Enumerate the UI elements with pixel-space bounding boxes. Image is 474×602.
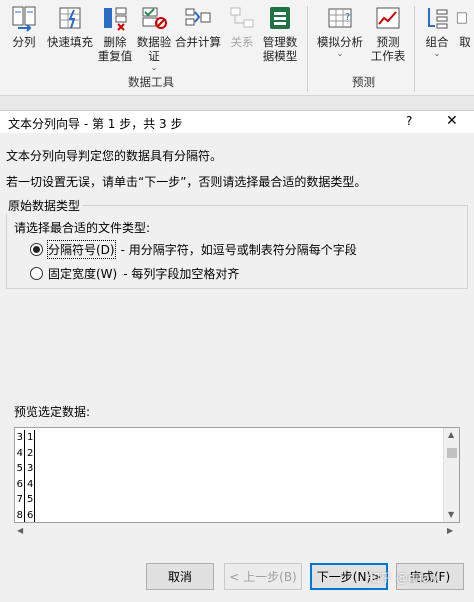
preview-horizontal-scrollbar[interactable]: ◀ ▶ [14,523,460,539]
flash-fill-icon [59,7,81,29]
scroll-down-icon[interactable]: ▼ [448,510,454,519]
fixed-width-option[interactable]: 固定宽度(W) - 每列字段加空格对齐 [30,265,239,282]
fixed-width-radio[interactable] [30,267,43,280]
delimited-description: - 用分隔字符，如逗号或制表符分隔每个字段 [120,243,357,257]
row-number: 5 [15,461,25,477]
row-number: 6 [15,476,25,492]
cell-value: 5 [25,492,35,508]
consolidate-button[interactable]: 合并计算 [174,4,222,49]
scrollbar-thumb[interactable] [447,448,457,458]
table-row: 75 [15,492,35,508]
original-data-type-legend: 原始数据类型 [6,197,83,214]
scroll-left-icon[interactable]: ◀ [17,526,23,535]
fixed-width-description: - 每列字段加空格对齐 [123,267,240,281]
data-validation-icon [142,7,167,29]
radio-selected-dot [33,246,40,253]
ungroup-button[interactable]: 取 [456,4,474,49]
ribbon-separator [414,6,415,92]
help-icon[interactable]: ? [406,114,412,128]
group-icon [428,8,448,29]
file-type-prompt: 请选择最合适的文件类型: [14,221,151,235]
table-row: 42 [15,445,35,461]
data-model-icon [270,7,290,29]
chevron-down-icon: ⌄ [433,49,441,58]
chevron-down-icon: ⌄ [336,49,344,58]
flash-fill-button[interactable]: 快速填充 [44,4,96,49]
row-number: 8 [15,507,25,522]
delimited-radio[interactable] [30,243,43,256]
data-tools-group-label: 数据工具 [128,75,174,89]
back-button[interactable]: < 上一步(B) [224,563,302,590]
close-icon[interactable]: ✕ [446,113,458,129]
group-button[interactable]: 组合 ⌄ [422,4,452,59]
scroll-right-icon[interactable]: ▶ [447,526,453,535]
data-preview[interactable]: 31 42 53 64 75 86 ▲ ▼ [14,427,460,523]
cell-value: 4 [25,476,35,492]
svg-text:?: ? [345,12,350,23]
manage-data-model-button[interactable]: 管理数 据模型 [260,4,300,63]
cell-value: 6 [25,507,35,522]
table-row: 31 [15,430,35,446]
table-row: 53 [15,461,35,477]
cancel-button[interactable]: 取消 [146,563,214,590]
what-if-analysis-icon: ? [328,8,352,28]
forecast-sheet-button[interactable]: 预测 工作表 [368,4,408,63]
what-if-analysis-button[interactable]: ? 模拟分析 ⌄ [314,4,366,59]
forecast-group-label: 预测 [352,75,375,89]
remove-duplicates-button[interactable]: 删除 重复值 [96,4,134,63]
chevron-down-icon: ⌄ [150,63,158,72]
relationships-icon [230,7,254,28]
delimited-label[interactable]: 分隔符号(D) [47,240,116,259]
dialog-titlebar[interactable]: 文本分列向导 - 第 1 步，共 3 步 ? ✕ [0,111,474,133]
cell-value: 1 [25,430,35,446]
row-number: 7 [15,492,25,508]
remove-duplicates-icon [104,7,127,31]
table-row: 86 [15,507,35,522]
fixed-width-label[interactable]: 固定宽度(W) [48,265,117,282]
consolidate-icon [185,8,211,26]
text-to-columns-dialog: 文本分列向导 - 第 1 步，共 3 步 ? ✕ 文本分列向导判定您的数据具有分… [0,110,474,602]
dialog-title: 文本分列向导 - 第 1 步，共 3 步 [8,117,183,131]
delimited-option[interactable]: 分隔符号(D) - 用分隔字符，如逗号或制表符分隔每个字段 [30,240,357,259]
preview-vertical-scrollbar[interactable]: ▲ ▼ [443,428,459,522]
ribbon-separator [307,6,308,92]
row-number: 4 [15,445,25,461]
relationships-button[interactable]: 关系 [226,4,258,49]
data-validation-button[interactable]: 数据验证 ⌄ [136,4,172,73]
ribbon: 分列 快速填充 删除 重复值 数据验证 ⌄ 合并计算 关系 管理数 据模型 数据… [0,0,474,96]
cell-value: 3 [25,461,35,477]
ungroup-icon [456,12,467,24]
cell-value: 2 [25,445,35,461]
row-number: 3 [15,430,25,446]
text-to-columns-icon [12,6,36,32]
text-to-columns-button[interactable]: 分列 [8,4,40,49]
wizard-instruction-text: 若一切设置无误，请单击“下一步”，否则请选择最合适的数据类型。 [6,175,367,189]
wizard-detected-text: 文本分列向导判定您的数据具有分隔符。 [6,149,223,163]
table-row: 64 [15,476,35,492]
watermark: 知乎 @dilan [368,571,438,585]
preview-label: 预览选定数据: [14,405,91,419]
forecast-sheet-icon [376,7,400,29]
worksheet-strip [0,96,474,110]
scroll-up-icon[interactable]: ▲ [448,430,454,439]
